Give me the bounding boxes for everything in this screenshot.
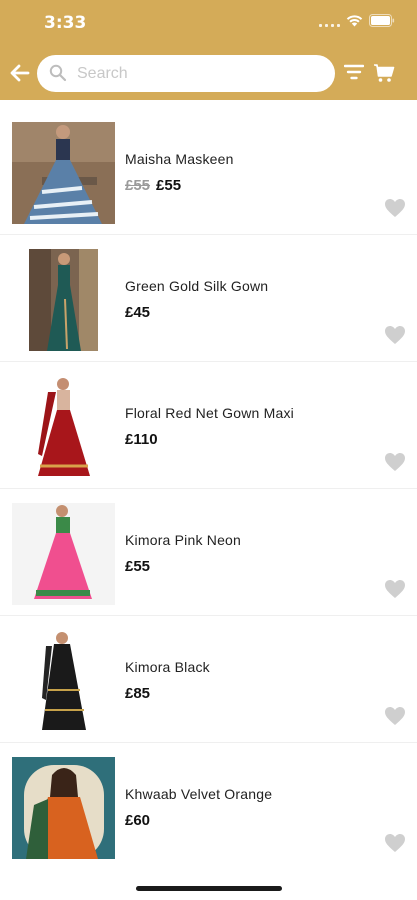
product-price: £110	[125, 431, 158, 448]
heart-icon	[385, 326, 405, 344]
product-image[interactable]	[12, 757, 115, 859]
signal-icon	[319, 15, 340, 27]
back-button[interactable]	[8, 60, 32, 86]
product-list: Maisha Maskeen £55 £55 Green Gold Silk Go…	[0, 108, 417, 870]
product-name: Maisha Maskeen	[125, 151, 234, 167]
product-image[interactable]	[40, 630, 88, 734]
cart-icon	[374, 64, 395, 82]
favorite-button[interactable]	[384, 706, 406, 726]
search-icon	[49, 64, 67, 82]
product-name: Green Gold Silk Gown	[125, 278, 269, 294]
product-image[interactable]	[12, 503, 115, 605]
product-item[interactable]: Floral Red Net Gown Maxi £110	[0, 362, 417, 489]
product-current-price: £55	[125, 558, 151, 575]
filter-icon	[343, 64, 365, 80]
status-time: 3:33	[44, 13, 87, 33]
product-image[interactable]	[12, 122, 115, 224]
product-name: Kimora Pink Neon	[125, 532, 242, 548]
favorite-button[interactable]	[384, 452, 406, 472]
product-current-price: £110	[125, 431, 158, 448]
product-item[interactable]: Green Gold Silk Gown £45	[0, 235, 417, 362]
wifi-icon	[346, 14, 363, 27]
heart-icon	[385, 453, 405, 471]
product-current-price: £85	[125, 685, 151, 702]
product-item[interactable]: Khwaab Velvet Orange £60	[0, 743, 417, 870]
favorite-button[interactable]	[384, 325, 406, 345]
arrow-left-icon	[10, 64, 30, 82]
product-price: £45	[125, 304, 150, 321]
product-item[interactable]: Kimora Pink Neon £55	[0, 489, 417, 616]
product-price: £55 £55	[125, 177, 181, 194]
status-icons	[319, 14, 395, 27]
heart-icon	[385, 707, 405, 725]
product-item[interactable]: Maisha Maskeen £55 £55	[0, 108, 417, 235]
product-item[interactable]: Kimora Black £85	[0, 616, 417, 743]
home-indicator[interactable]	[136, 886, 282, 891]
product-name: Khwaab Velvet Orange	[125, 786, 273, 802]
product-name: Floral Red Net Gown Maxi	[125, 405, 294, 421]
product-image[interactable]	[29, 249, 98, 351]
favorite-button[interactable]	[384, 579, 406, 599]
product-old-price: £55	[125, 177, 151, 194]
product-current-price: £60	[125, 812, 151, 829]
favorite-button[interactable]	[384, 198, 406, 218]
cart-button[interactable]	[373, 62, 395, 84]
search-input[interactable]	[77, 61, 327, 86]
product-name: Kimora Black	[125, 659, 210, 675]
heart-icon	[385, 834, 405, 852]
favorite-button[interactable]	[384, 833, 406, 853]
product-image[interactable]	[36, 376, 92, 480]
heart-icon	[385, 199, 405, 217]
battery-icon	[369, 14, 395, 27]
product-price: £60	[125, 812, 150, 829]
product-price: £55	[125, 558, 150, 575]
product-current-price: £55	[156, 177, 182, 194]
filter-button[interactable]	[343, 64, 365, 82]
app-header: 3:33	[0, 0, 417, 100]
search-bar[interactable]	[37, 55, 335, 92]
product-price: £85	[125, 685, 150, 702]
product-current-price: £45	[125, 304, 151, 321]
heart-icon	[385, 580, 405, 598]
